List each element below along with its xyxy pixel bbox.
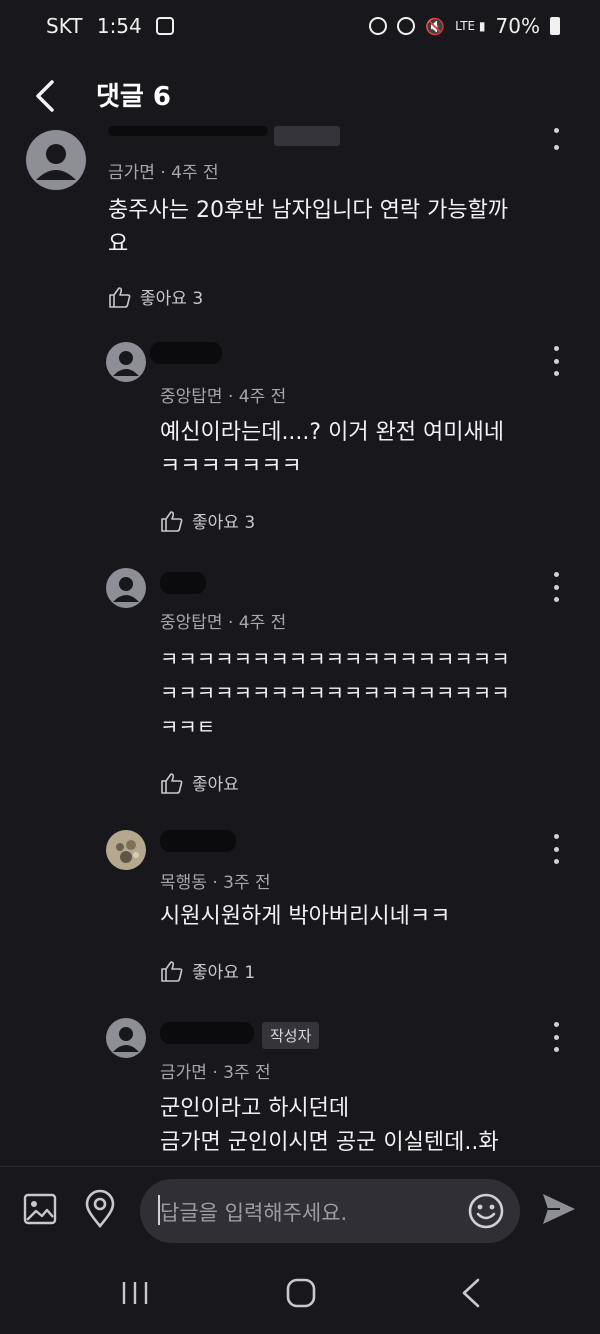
recents-icon [122,1282,148,1304]
comment-meta: 금가면 · 4주 전 [108,163,219,183]
attach-location-button[interactable] [82,1189,118,1229]
avatar[interactable] [106,1018,146,1058]
system-back-button[interactable] [456,1276,486,1310]
like-count: 좋아요 3 [192,513,256,533]
more-options-button[interactable] [546,346,566,376]
recent-apps-button[interactable] [118,1278,152,1308]
default-avatar-icon [113,1027,139,1052]
reply-item: 목행동 · 3주 전 시원시원하게 박아버리시네ㅋㅋ 좋아요 1 [0,828,600,988]
default-avatar-icon [36,144,76,180]
emoji-button[interactable] [466,1191,506,1231]
smiley-icon [468,1193,504,1229]
comment-body: 시원시원하게 박아버리시네ㅋㅋ [160,904,451,929]
comment-item: 금가면 · 4주 전 충주사는 20후반 남자입니다 연락 가능할까 요 좋아요… [0,126,600,312]
system-navigation-bar [0,1250,600,1334]
status-bar: SKT 1:54 🔇 LTE ▮ 70% [0,0,600,56]
author-name[interactable] [160,572,206,594]
profile-photo [106,830,146,870]
alarm-icon [397,17,416,35]
battery-level: 70% [495,14,540,38]
image-icon [23,1193,57,1225]
status-left: SKT 1:54 [46,14,175,38]
reply-item: 중앙탑면 · 4주 전 ㅋㅋㅋㅋㅋㅋㅋㅋㅋㅋㅋㅋㅋㅋㅋㅋㅋㅋㅋ ㅋㅋㅋㅋㅋㅋㅋㅋ… [0,566,600,806]
back-icon [462,1278,480,1308]
comment-body: 충주사는 20후반 남자입니다 연락 가능할까 요 [108,198,509,257]
default-avatar-icon [113,577,139,602]
comment-meta: 목행동 · 3주 전 [160,873,271,893]
more-options-button[interactable] [546,834,566,864]
like-button[interactable]: 좋아요 3 [160,508,255,533]
author-badge [274,126,340,146]
comment-body: 군인이라고 하시던데 금가면 군인이시면 공군 이실텐데..화 [160,1096,499,1155]
reply-input-placeholder: 답글을 입력해주세요. [160,1201,348,1225]
attach-image-button[interactable] [22,1191,58,1227]
more-options-button[interactable] [546,128,566,150]
reply-input-bar: 답글을 입력해주세요. [0,1166,600,1251]
send-button[interactable] [540,1191,578,1227]
home-button[interactable] [284,1276,318,1310]
recycle-icon [369,17,388,35]
status-right: 🔇 LTE ▮ 70% [369,14,560,38]
thumbs-up-icon [109,286,131,308]
comment-meta: 금가면 · 3주 전 [160,1063,271,1083]
battery-icon [550,17,560,35]
carrier: SKT [46,14,83,38]
chevron-left-icon [36,80,54,112]
home-icon [286,1278,316,1308]
like-button[interactable]: 좋아요 1 [160,958,255,983]
reply-input[interactable]: 답글을 입력해주세요. [140,1179,520,1243]
author-name[interactable] [160,830,236,852]
reply-item: 작성자 금가면 · 3주 전 군인이라고 하시던데 금가면 군인이시면 공군 이… [0,1016,600,1166]
default-avatar-icon [113,351,139,376]
more-options-button[interactable] [546,1022,566,1052]
comment-body: ㅋㅋㅋㅋㅋㅋㅋㅋㅋㅋㅋㅋㅋㅋㅋㅋㅋㅋㅋ ㅋㅋㅋㅋㅋㅋㅋㅋㅋㅋㅋㅋㅋㅋㅋㅋㅋㅋㅋ … [160,647,510,739]
like-count: 좋아요 3 [140,289,204,309]
comment-meta: 중앙탑면 · 4주 전 [160,613,287,633]
reply-item: 중앙탑면 · 4주 전 예신이라는데....? 이거 완전 여미새네 ㅋㅋㅋㅋㅋ… [0,340,600,540]
avatar[interactable] [26,130,86,190]
header: 댓글 6 [0,56,600,130]
thumbs-up-icon [161,772,183,794]
avatar[interactable] [106,342,146,382]
like-button[interactable]: 좋아요 3 [108,284,203,309]
like-count: 좋아요 1 [192,963,256,983]
mute-icon: 🔇 [425,16,446,36]
avatar-photo[interactable] [106,830,146,870]
like-count: 좋아요 [192,775,239,795]
thumbs-up-icon [161,960,183,982]
author-name[interactable] [160,1022,254,1044]
comment-body: 예신이라는데....? 이거 완전 여미새네 ㅋㅋㅋㅋㅋㅋㅋ [160,420,504,479]
comment-meta: 중앙탑면 · 4주 전 [160,387,287,407]
thumbs-up-icon [161,510,183,532]
more-options-button[interactable] [546,572,566,602]
clock: 1:54 [96,14,142,38]
page-title: 댓글 6 [96,82,171,112]
lte-signal-icon: LTE ▮ [455,19,486,33]
author-name[interactable] [150,342,222,364]
author-name[interactable] [108,126,268,136]
gallery-notification-icon [156,17,175,35]
like-button[interactable]: 좋아요 [160,770,239,795]
avatar[interactable] [106,568,146,608]
back-button[interactable] [28,76,68,116]
location-pin-icon [85,1189,115,1229]
author-badge: 작성자 [262,1022,320,1049]
send-icon [543,1194,575,1224]
